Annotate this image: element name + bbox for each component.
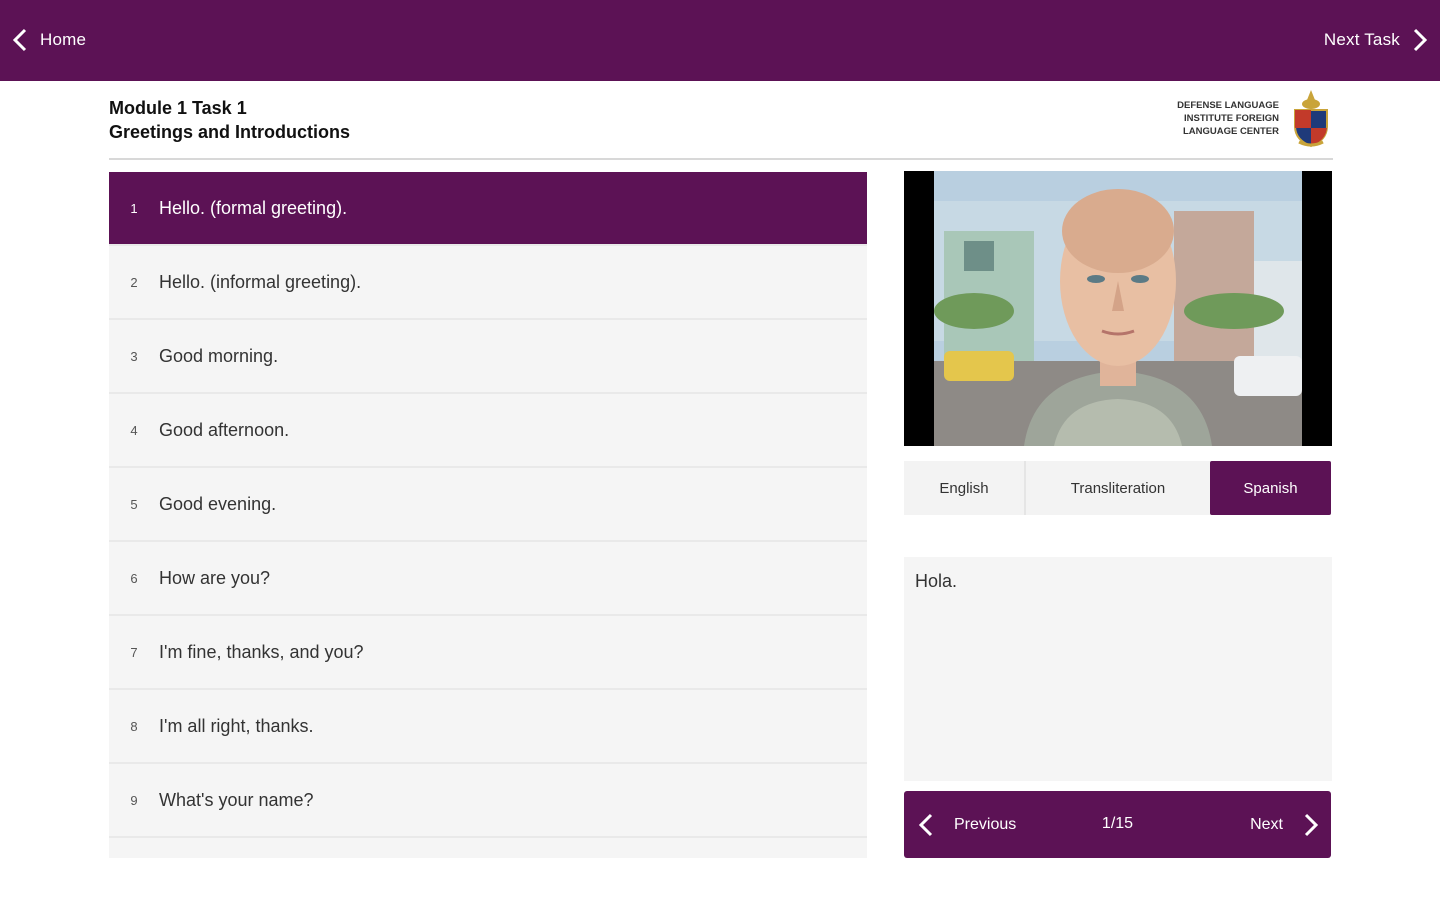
tab-transliteration[interactable]: Transliteration (1026, 461, 1210, 515)
phrase-text: Hello. (informal greeting). (159, 271, 362, 292)
phrase-number: 5 (130, 496, 138, 512)
tab-spanish[interactable]: Spanish (1210, 461, 1331, 515)
module-title: Module 1 Task 1 (109, 98, 247, 118)
avatar-video-frame (904, 171, 1332, 446)
next-button[interactable]: Next (1250, 811, 1321, 839)
phrase-number: 1 (130, 200, 138, 216)
phrase-text: How are you? (159, 567, 271, 588)
phrase-text: What's your name? (159, 789, 314, 810)
translation-panel: Hola. (904, 557, 1332, 781)
pager: Previous 1/15 Next (904, 791, 1331, 858)
phrase-number: 9 (130, 792, 138, 808)
chevron-left-icon (12, 28, 27, 52)
phrase-text: I'm all right, thanks. (159, 715, 314, 736)
next-task-label: Next Task (1323, 30, 1400, 49)
translation-text: Hola. (915, 571, 958, 591)
video-player[interactable] (904, 171, 1332, 446)
home-label: Home (40, 30, 87, 49)
phrase-item-4[interactable]: 4 Good afternoon. (109, 394, 867, 468)
phrase-item-7[interactable]: 7 I'm fine, thanks, and you? (109, 616, 867, 690)
chevron-right-icon (1304, 813, 1319, 837)
page-header: Module 1 Task 1 Greetings and Introducti… (109, 90, 1333, 160)
phrase-item-8[interactable]: 8 I'm all right, thanks. (109, 690, 867, 764)
phrase-item-6[interactable]: 6 How are you? (109, 542, 867, 616)
phrase-text: Good afternoon. (159, 419, 290, 440)
next-label: Next (1250, 816, 1283, 833)
next-task-button[interactable]: Next Task (1324, 26, 1430, 54)
logo-text: DEFENSE LANGUAGE INSTITUTE FOREIGN LANGU… (1177, 99, 1279, 138)
home-button[interactable]: Home (10, 26, 86, 54)
logo-line-1: DEFENSE LANGUAGE (1177, 99, 1279, 111)
phrase-item-1[interactable]: 1 Hello. (formal greeting). (109, 172, 867, 246)
phrase-number: 3 (130, 348, 138, 364)
phrase-text: Good morning. (159, 345, 279, 366)
phrase-item-3[interactable]: 3 Good morning. (109, 320, 867, 394)
logo-line-3: LANGUAGE CENTER (1182, 125, 1279, 137)
phrase-text: Good evening. (159, 493, 277, 514)
logo-line-2: INSTITUTE FOREIGN (1184, 112, 1279, 124)
language-tabs: English Transliteration Spanish (904, 461, 1331, 515)
phrase-number: 6 (130, 570, 138, 586)
phrase-text: I'm fine, thanks, and you? (159, 641, 364, 662)
phrase-number: 8 (130, 718, 138, 734)
crest-icon (1294, 90, 1328, 148)
top-navigation-bar: Home Next Task (0, 0, 1440, 81)
phrase-number: 7 (130, 644, 138, 660)
dli-logo: DEFENSE LANGUAGE INSTITUTE FOREIGN LANGU… (1177, 88, 1333, 148)
phrase-text: Hello. (formal greeting). (159, 197, 348, 218)
phrase-number: 4 (130, 422, 138, 438)
phrase-number: 2 (130, 274, 138, 290)
phrase-list: 1 Hello. (formal greeting). 2 Hello. (in… (109, 172, 867, 858)
page-title: Greetings and Introductions (109, 122, 351, 142)
phrase-item-9[interactable]: 9 What's your name? (109, 764, 867, 838)
phrase-item-5[interactable]: 5 Good evening. (109, 468, 867, 542)
tab-english[interactable]: English (904, 461, 1026, 515)
phrase-item-2[interactable]: 2 Hello. (informal greeting). (109, 246, 867, 320)
chevron-right-icon (1413, 28, 1428, 52)
